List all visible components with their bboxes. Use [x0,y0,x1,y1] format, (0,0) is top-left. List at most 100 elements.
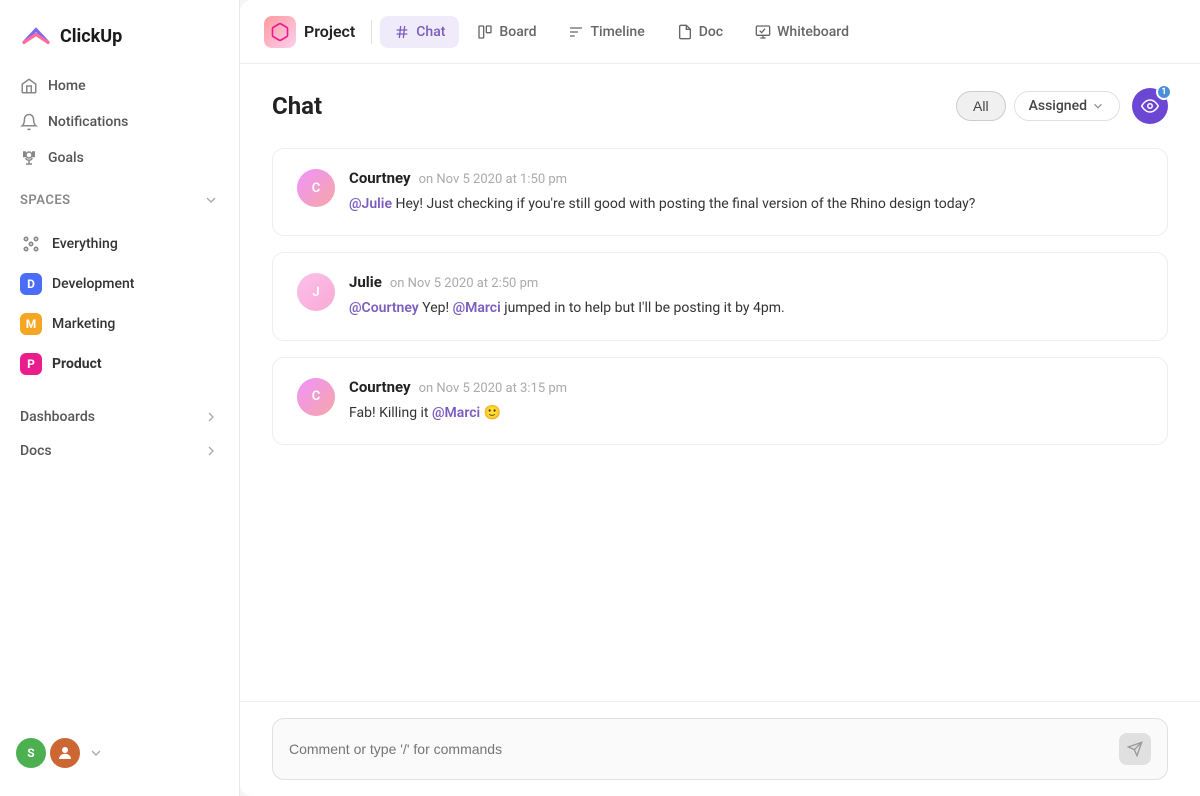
send-button[interactable] [1119,733,1151,765]
sidebar-item-notifications-label: Notifications [48,114,128,130]
chat-messages: C Courtney on Nov 5 2020 at 1:50 pm @Jul… [240,140,1200,701]
filter-all-btn[interactable]: All [956,91,1006,121]
sidebar-item-marketing[interactable]: M Marketing [8,304,231,344]
tab-chat[interactable]: Chat [380,16,459,48]
tab-doc[interactable]: Doc [663,16,737,48]
mention-julie: @Julie [349,196,392,212]
sidebar: ClickUp Home Notifications Goals [0,0,240,796]
message-card: J Julie on Nov 5 2020 at 2:50 pm @Courtn… [272,252,1168,340]
watch-button[interactable]: 1 [1132,88,1168,124]
message-3-body-1: Fab! Killing it [349,405,432,421]
tab-board[interactable]: Board [463,16,550,48]
chevron-right-icon [203,409,219,425]
sidebar-item-docs[interactable]: Docs [0,434,239,468]
development-badge: D [20,273,42,295]
hash-icon [394,24,410,40]
chevron-right-icon [203,443,219,459]
user-avatar-1[interactable]: S [16,738,46,768]
project-icon [264,16,296,48]
sidebar-item-everything[interactable]: Everything [8,224,231,264]
sidebar-item-everything-label: Everything [52,236,118,252]
home-icon [20,77,38,95]
message-card: C Courtney on Nov 5 2020 at 1:50 pm @Jul… [272,148,1168,236]
logo-area[interactable]: ClickUp [0,0,239,68]
tab-whiteboard[interactable]: Whiteboard [741,16,863,48]
watch-badge: 1 [1156,84,1172,100]
user-avatar-2[interactable] [50,738,80,768]
spaces-list: Everything D Development M Marketing P P… [0,224,239,384]
message-1-body: Hey! Just checking if you're still good … [395,196,975,212]
spaces-header: Spaces [0,176,239,216]
chevron-down-icon[interactable] [203,192,219,208]
sidebar-item-dashboards[interactable]: Dashboards [0,400,239,434]
chat-filters: All Assigned [956,91,1120,121]
sidebar-item-development[interactable]: D Development [8,264,231,304]
chat-area: Chat All Assigned 1 [240,64,1200,796]
timeline-icon [568,24,584,40]
chat-header: Chat All Assigned 1 [240,64,1200,140]
mention-courtney: @Courtney [349,300,419,316]
nav-divider-1 [371,20,372,44]
message-1-time: on Nov 5 2020 at 1:50 pm [419,172,567,187]
message-2-body: Yep! [422,300,452,316]
message-1-header: Courtney on Nov 5 2020 at 1:50 pm [349,169,1143,187]
avatar-courtney-2: C [297,378,335,416]
project-title-area: Project [264,16,355,48]
sidebar-item-development-label: Development [52,276,134,292]
tab-timeline-label: Timeline [590,24,644,40]
user-avatars: S [16,738,80,768]
filter-assigned-dropdown[interactable]: Assigned [1014,91,1120,121]
tab-chat-label: Chat [416,24,445,40]
sidebar-item-notifications[interactable]: Notifications [8,104,231,140]
message-2-text: @Courtney Yep! @Marci jumped in to help … [349,297,1143,319]
tab-whiteboard-label: Whiteboard [777,24,849,40]
chat-input[interactable] [289,741,1119,757]
tab-board-label: Board [499,24,536,40]
message-2-time: on Nov 5 2020 at 2:50 pm [390,276,538,291]
sidebar-item-product[interactable]: P Product [8,344,231,384]
message-3-time: on Nov 5 2020 at 3:15 pm [419,381,567,396]
sidebar-item-home[interactable]: Home [8,68,231,104]
top-nav: Project Chat Board Timeline [240,0,1200,64]
user-chevron-icon[interactable] [88,745,104,761]
doc-icon [677,24,693,40]
avatar-courtney-1: C [297,169,335,207]
message-1-author: Courtney [349,169,411,187]
sidebar-item-marketing-label: Marketing [52,316,115,332]
message-card: C Courtney on Nov 5 2020 at 3:15 pm Fab!… [272,357,1168,445]
message-3-emoji: 🙂 [484,405,501,421]
message-2-body-2: jumped in to help but I'll be posting it… [504,300,784,316]
message-2-content: Julie on Nov 5 2020 at 2:50 pm @Courtney… [349,273,1143,319]
sidebar-item-goals-label: Goals [48,150,84,166]
sidebar-item-product-label: Product [52,356,102,372]
chat-input-area [240,701,1200,796]
message-1-text: @Julie Hey! Just checking if you're stil… [349,193,1143,215]
tab-timeline[interactable]: Timeline [554,16,658,48]
chat-input-wrapper [272,718,1168,780]
bell-icon [20,113,38,131]
message-2-header: Julie on Nov 5 2020 at 2:50 pm [349,273,1143,291]
send-icon [1127,741,1143,757]
mention-marci: @Marci [453,300,501,316]
sidebar-nav: Home Notifications Goals [0,68,239,176]
clickup-logo-icon [20,20,52,52]
everything-icon [20,233,42,255]
message-3-content: Courtney on Nov 5 2020 at 3:15 pm Fab! K… [349,378,1143,424]
chevron-down-icon [1091,99,1105,113]
message-2-author: Julie [349,273,382,291]
sections-list: Dashboards Docs [0,400,239,468]
sidebar-item-home-label: Home [48,78,86,94]
sidebar-bottom: S [0,726,239,780]
product-badge: P [20,353,42,375]
project-title-text: Project [304,22,355,41]
tab-doc-label: Doc [699,24,723,40]
board-icon [477,24,493,40]
message-3-header: Courtney on Nov 5 2020 at 3:15 pm [349,378,1143,396]
message-3-author: Courtney [349,378,411,396]
trophy-icon [20,149,38,167]
sidebar-item-goals[interactable]: Goals [8,140,231,176]
whiteboard-icon [755,24,771,40]
message-1-content: Courtney on Nov 5 2020 at 1:50 pm @Julie… [349,169,1143,215]
chat-title: Chat [272,92,322,120]
message-3-text: Fab! Killing it @Marci 🙂 [349,402,1143,424]
